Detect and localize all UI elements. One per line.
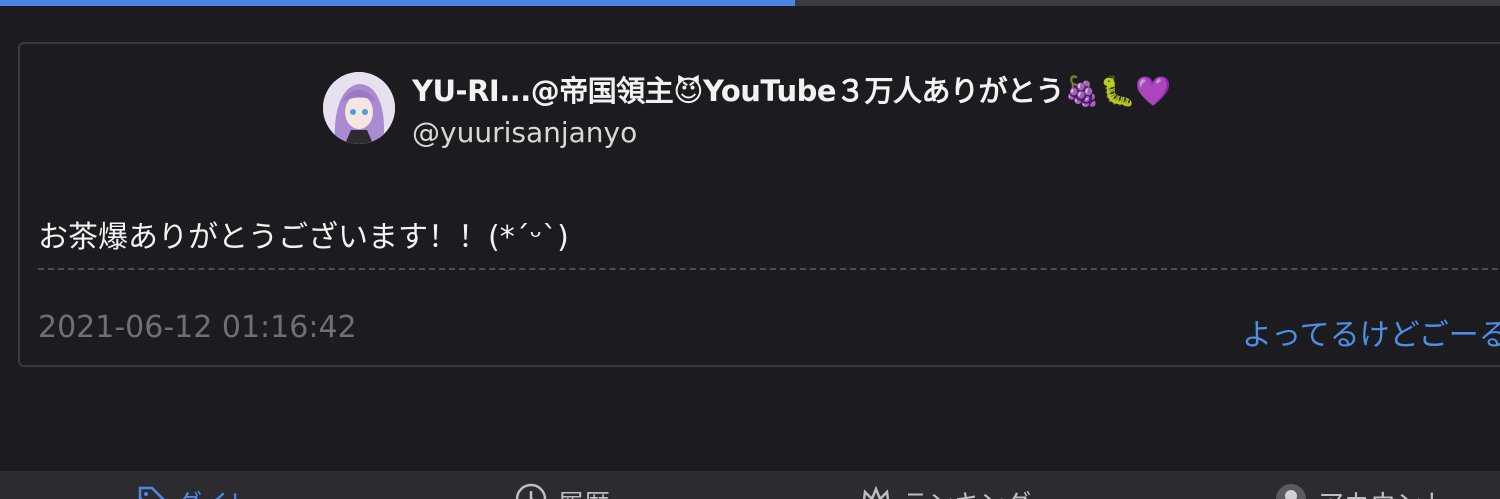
- tag-icon: [136, 484, 166, 499]
- crown-icon: [860, 484, 892, 499]
- progress-bar-track: [0, 0, 1500, 6]
- clock-icon: [514, 482, 548, 499]
- nav-label-ranking: ランキング: [902, 484, 1031, 499]
- user-handle: @yuurisanjanyo: [412, 116, 638, 149]
- divider: [38, 268, 1500, 270]
- nav-item-direct[interactable]: ダイレ: [136, 484, 254, 499]
- tweet-card[interactable]: YU-RI...@帝国領主😈YouTube３万人ありがとう🍇🐛💜 @yuuris…: [18, 42, 1500, 367]
- tweet-text: お茶爆ありがとうございます！！(*´ᵕ`): [38, 220, 569, 255]
- nav-item-history[interactable]: 履歴: [514, 483, 610, 499]
- avatar-icon: [1274, 482, 1308, 499]
- author-link[interactable]: よってるけどごーる: [1242, 310, 1500, 354]
- progress-bar-fill: [0, 0, 795, 6]
- timestamp: 2021-06-12 01:16:42: [38, 310, 357, 345]
- nav-item-ranking[interactable]: ランキング: [860, 484, 1031, 499]
- nav-label-history: 履歴: [558, 484, 610, 499]
- bottom-navigation: ダイレ 履歴 ランキング アカウント: [0, 471, 1500, 499]
- nav-item-account[interactable]: アカウント: [1274, 483, 1448, 499]
- avatar[interactable]: [323, 72, 395, 144]
- nav-label-account: アカウント: [1318, 484, 1448, 499]
- display-name: YU-RI...@帝国領主😈YouTube３万人ありがとう🍇🐛💜: [412, 74, 1171, 108]
- nav-label-direct: ダイレ: [176, 484, 254, 499]
